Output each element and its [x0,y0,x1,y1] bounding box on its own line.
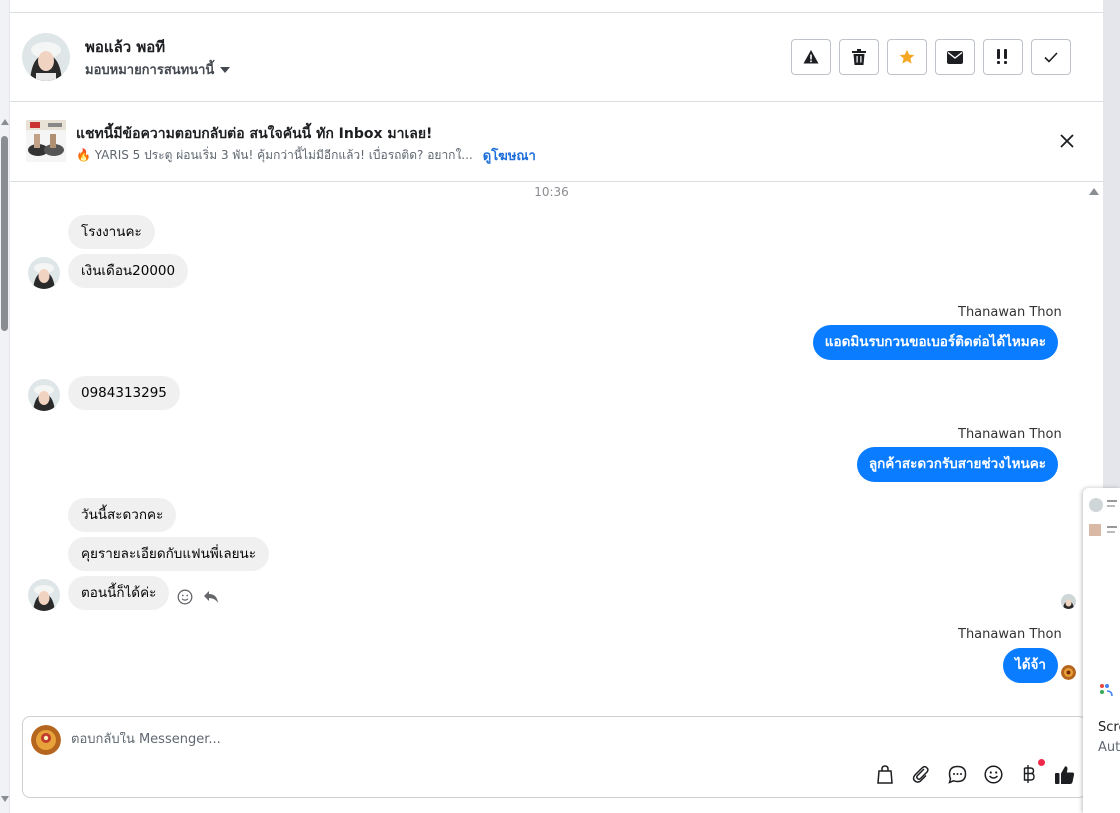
seen-avatar [1061,594,1076,609]
notification-dot [1038,759,1045,766]
close-icon [1060,134,1074,148]
spam-icon [997,49,1007,64]
reply-composer [22,716,1087,798]
agent-sender-name: Thanawan Thon [958,627,1062,642]
saved-reply-icon [947,765,966,784]
outgoing-message[interactable]: ลูกค้าสะดวกรับสายช่วงไหนคะ [856,447,1058,482]
emoji-button[interactable] [982,763,1004,785]
ad-subtitle: 🔥 YARIS 5 ประตู ผ่อนเริ่ม 3 พัน! คุ้มกว่… [76,148,473,162]
contact-avatar-small[interactable] [28,257,60,289]
popup-subtitle: Aut [1098,740,1120,755]
agent-sender-name: Thanawan Thon [958,305,1062,320]
ad-title: แชทนี้มีข้อความตอบกลับต่อ สนใจคันนี้ ทัก… [76,126,433,142]
ad-thumbnail[interactable] [26,120,66,162]
message-timestamp: 10:36 [534,185,569,199]
mark-done-button[interactable] [1031,39,1071,75]
scroll-down-arrow-icon[interactable] [1,796,9,802]
app-logo-icon [1100,684,1113,697]
scroll-thumb[interactable] [1,136,8,331]
saved-reply-button[interactable] [946,763,968,785]
assign-label: มอบหมายการสนทนานี้ [85,63,215,78]
incoming-message[interactable]: ตอนนี้ก็ได้ค่ะ [68,576,170,610]
side-popup-window[interactable]: Scre Aut [1083,488,1120,813]
reply-input[interactable] [71,732,871,747]
star-button[interactable] [887,39,927,75]
report-warning-button[interactable] [791,39,831,75]
popup-title: Scre [1098,720,1120,735]
ad-subtitle-row: 🔥 YARIS 5 ประตู ผ่อนเริ่ม 3 พัน! คุ้มกว่… [76,145,536,166]
conversation-header: พอแล้ว พอที มอบหมายการสนทนานี้ [10,13,1103,102]
agent-read-avatar [1061,665,1076,680]
check-icon [1044,51,1058,63]
warning-icon [803,50,819,64]
composer-toolbar [874,759,1076,785]
attach-button[interactable] [910,763,932,785]
caret-down-icon [220,66,231,73]
contact-name: พอแล้ว พอที [85,38,166,56]
popup-thumbnails [1083,488,1120,548]
star-icon [899,49,915,64]
emoji-icon [983,764,1003,784]
outgoing-message[interactable]: ได้จ้า [1002,648,1058,683]
scroll-up-arrow-icon[interactable] [1,119,9,125]
delete-button[interactable] [839,39,879,75]
incoming-message[interactable]: 0984313295 [68,376,180,410]
thumbs-up-button[interactable] [1054,763,1076,785]
left-scrollbar[interactable] [0,0,10,813]
header-actions [791,39,1071,75]
view-ad-link[interactable]: ดูโฆษณา [483,145,536,166]
react-emoji-icon[interactable] [177,589,193,605]
incoming-message[interactable]: คุยรายละเอียดกับแฟนพี่เลยนะ [68,537,270,571]
shopping-bag-icon [877,764,893,784]
thumbs-up-icon [1055,765,1075,784]
contact-avatar-small[interactable] [28,579,60,611]
attachment-icon [912,765,929,783]
close-banner-button[interactable] [1057,131,1077,151]
mark-spam-button[interactable] [983,39,1023,75]
trash-icon [852,49,866,65]
mail-icon [947,50,963,64]
messenger-inbox-window: พอแล้ว พอที มอบหมายการสนทนานี้ แชทนี้มีข… [0,0,1120,813]
contact-avatar[interactable] [22,33,70,81]
page-avatar [31,725,61,755]
incoming-message[interactable]: เงินเดือน20000 [68,254,189,288]
baht-icon [1023,765,1035,783]
contact-avatar-small[interactable] [28,379,60,411]
reply-icon[interactable] [203,590,219,604]
mark-unread-button[interactable] [935,39,975,75]
payment-button[interactable] [1018,759,1045,785]
ad-context-banner: แชทนี้มีข้อความตอบกลับต่อ สนใจคันนี้ ทัก… [10,102,1103,182]
assign-conversation-dropdown[interactable]: มอบหมายการสนทนานี้ [85,59,231,80]
agent-sender-name: Thanawan Thon [958,427,1062,442]
shopping-bag-button[interactable] [874,763,896,785]
message-hover-actions [177,589,219,605]
incoming-message[interactable]: โรงงานคะ [68,215,155,249]
outgoing-message[interactable]: แอดมินรบกวนขอเบอร์ติดต่อได้ไหมคะ [812,325,1058,360]
incoming-message[interactable]: วันนี้สะดวกคะ [68,498,177,532]
